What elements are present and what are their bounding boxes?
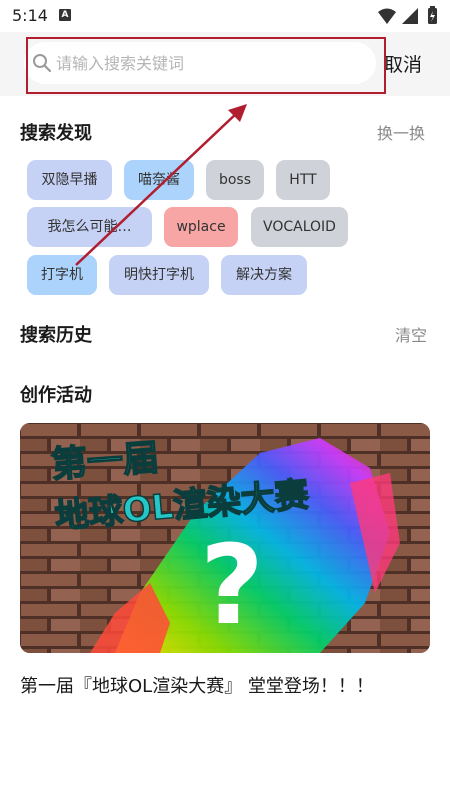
banner-artwork: 第一届 地球OL渲染大赛 ?	[20, 423, 430, 653]
tag-item[interactable]: 我怎么可能…	[27, 207, 152, 247]
event-banner[interactable]: 第一届 地球OL渲染大赛 ?	[20, 423, 430, 653]
status-bar: 5:14 A	[0, 0, 450, 32]
banner-heading-line1: 第一届	[50, 438, 161, 486]
annotation-highlight-box	[26, 37, 386, 94]
cancel-button[interactable]: 取消	[384, 50, 422, 77]
tag-item[interactable]: boss	[206, 160, 264, 200]
status-time: 5:14	[12, 6, 48, 25]
clear-history-button[interactable]: 清空	[395, 322, 427, 346]
signal-icon	[402, 8, 418, 24]
event-caption[interactable]: 第一届『地球OL渲染大赛』 堂堂登场！！！	[20, 672, 374, 698]
tag-item[interactable]: 打字机	[27, 255, 97, 295]
status-icons	[378, 6, 437, 24]
tag-item[interactable]: VOCALOID	[251, 207, 348, 247]
banner-question-mark: ?	[200, 521, 264, 649]
notification-icon: A	[59, 9, 71, 21]
discover-title: 搜索发现	[20, 123, 92, 144]
tag-item[interactable]: HTT	[276, 160, 330, 200]
tag-item[interactable]: wplace	[164, 207, 238, 247]
history-title: 搜索历史	[20, 325, 92, 346]
wifi-icon	[378, 8, 396, 24]
refresh-button[interactable]: 换一换	[377, 120, 425, 144]
tag-item[interactable]: 喵奈酱	[124, 160, 194, 200]
tag-item[interactable]: 明快打字机	[109, 255, 209, 295]
tag-item[interactable]: 解决方案	[221, 255, 307, 295]
events-title: 创作活动	[20, 385, 92, 406]
tag-item[interactable]: 双隐早播	[27, 160, 112, 200]
